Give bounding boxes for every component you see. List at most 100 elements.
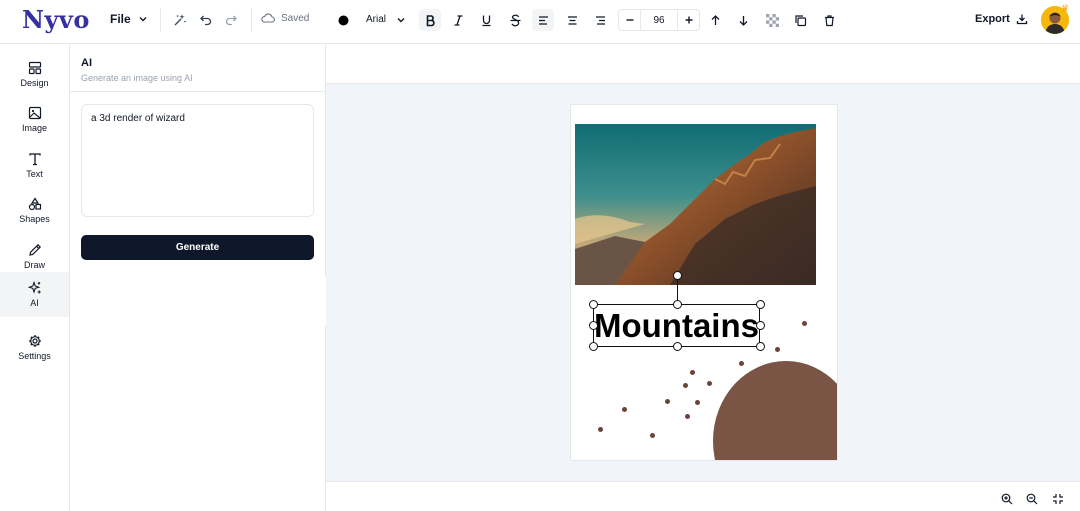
format-toolbar (326, 44, 1080, 84)
decor-dot[interactable] (802, 321, 807, 326)
semicircle-shape[interactable] (713, 361, 837, 460)
panel-subtitle: Generate an image using AI (81, 73, 193, 83)
transparency-button[interactable] (761, 9, 783, 31)
font-size-stepper (618, 9, 700, 31)
export-button[interactable]: Export (975, 13, 1028, 25)
decor-dot[interactable] (707, 381, 712, 386)
artboard[interactable]: Mountains (570, 104, 838, 461)
minus-icon (626, 19, 633, 21)
panel-title: AI (81, 57, 92, 69)
image-icon (28, 106, 41, 120)
plus-icon (685, 16, 692, 24)
text-color-button[interactable] (332, 9, 354, 31)
rail-item-label: Design (20, 78, 49, 88)
arrow-down-icon (739, 15, 747, 26)
rail-item-label: Shapes (19, 214, 50, 224)
decor-dot[interactable] (665, 399, 670, 404)
strikethrough-button[interactable] (504, 9, 526, 31)
ai-prompt-input[interactable]: a 3d render of wizard (81, 104, 314, 217)
rail-item-text[interactable]: Text (0, 143, 69, 188)
fit-screen-icon[interactable] (1052, 493, 1064, 505)
save-status-label: Saved (281, 12, 310, 24)
decor-dot[interactable] (685, 414, 690, 419)
increase-font-size-button[interactable] (678, 10, 699, 30)
zoom-out-icon[interactable] (1026, 493, 1038, 505)
color-swatch-icon (338, 15, 348, 25)
resize-handle-bottom[interactable] (673, 342, 682, 351)
decor-dot[interactable] (690, 370, 695, 375)
redo-icon[interactable] (224, 13, 238, 27)
shapes-icon (28, 197, 41, 211)
canvas-text-element[interactable]: Mountains (593, 304, 760, 347)
save-status: Saved (261, 12, 309, 24)
sparkles-icon (27, 281, 41, 294)
rail-item-design[interactable]: Design (0, 52, 69, 97)
decor-dot[interactable] (739, 361, 744, 366)
decor-dot[interactable] (622, 407, 627, 412)
trash-icon (824, 14, 834, 26)
resize-handle-top-right[interactable] (756, 300, 765, 309)
generate-button[interactable]: Generate (81, 235, 314, 260)
rail-item-ai[interactable]: AI (0, 272, 69, 317)
export-label: Export (975, 13, 1010, 25)
resize-handle-bottom-right[interactable] (756, 342, 765, 351)
decor-dot[interactable] (650, 433, 655, 438)
magic-wand-icon[interactable] (173, 13, 187, 27)
delete-button[interactable] (818, 9, 840, 31)
layout-icon (28, 61, 41, 75)
arrow-up-icon (711, 14, 719, 25)
font-family-value: Arial (366, 14, 387, 25)
rotate-handle[interactable] (673, 271, 682, 280)
rail-item-label: Image (21, 123, 47, 133)
crown-icon: ♛ (1061, 3, 1070, 13)
rail-item-settings[interactable]: Settings (0, 325, 69, 370)
copy-icon (794, 14, 806, 26)
underline-button[interactable] (475, 9, 497, 31)
align-right-button[interactable] (589, 9, 611, 31)
zoom-in-icon[interactable] (1001, 493, 1013, 505)
resize-handle-top-left[interactable] (589, 300, 598, 309)
resize-handle-right[interactable] (756, 321, 765, 330)
rail-item-shapes[interactable]: Shapes (0, 188, 69, 233)
bring-forward-button[interactable] (704, 9, 726, 31)
decor-dot[interactable] (683, 383, 688, 388)
rail-item-label: Text (26, 169, 43, 179)
decrease-font-size-button[interactable] (619, 10, 640, 30)
mountain-photo[interactable] (575, 124, 816, 285)
align-left-icon (538, 15, 548, 25)
decor-dot[interactable] (598, 427, 603, 432)
align-center-button[interactable] (561, 9, 583, 31)
undo-icon[interactable] (199, 13, 213, 27)
italic-button[interactable] (447, 9, 469, 31)
cloud-check-icon (261, 13, 275, 23)
decor-dot[interactable] (775, 347, 780, 352)
align-left-button[interactable] (532, 9, 554, 31)
file-menu-label: File (110, 12, 131, 26)
file-menu-button[interactable]: File (110, 12, 148, 26)
rail-item-label: Settings (18, 351, 51, 361)
app-logo[interactable]: Nyvo (22, 5, 90, 34)
font-family-select[interactable]: Arial (366, 14, 406, 25)
toolbar-divider (251, 8, 252, 32)
rail-item-label: Draw (23, 260, 45, 270)
gear-icon (28, 335, 41, 347)
font-size-input[interactable] (640, 10, 678, 30)
resize-handle-left[interactable] (589, 321, 598, 330)
strikethrough-icon (510, 14, 520, 26)
chevron-down-icon (397, 17, 405, 22)
decor-dot[interactable] (695, 400, 700, 405)
align-right-icon (595, 15, 605, 25)
send-backward-button[interactable] (732, 9, 754, 31)
text-icon (28, 153, 41, 166)
bold-icon (426, 14, 435, 26)
align-center-icon (567, 15, 577, 25)
resize-handle-bottom-left[interactable] (589, 342, 598, 351)
toolbar-divider (160, 8, 161, 32)
pencil-icon (28, 243, 41, 256)
underline-icon (482, 15, 490, 26)
rail-item-image[interactable]: Image (0, 97, 69, 142)
panel-header: AI Generate an image using AI (70, 44, 325, 92)
duplicate-button[interactable] (789, 9, 811, 31)
resize-handle-top[interactable] (673, 300, 682, 309)
bold-button[interactable] (419, 9, 441, 31)
